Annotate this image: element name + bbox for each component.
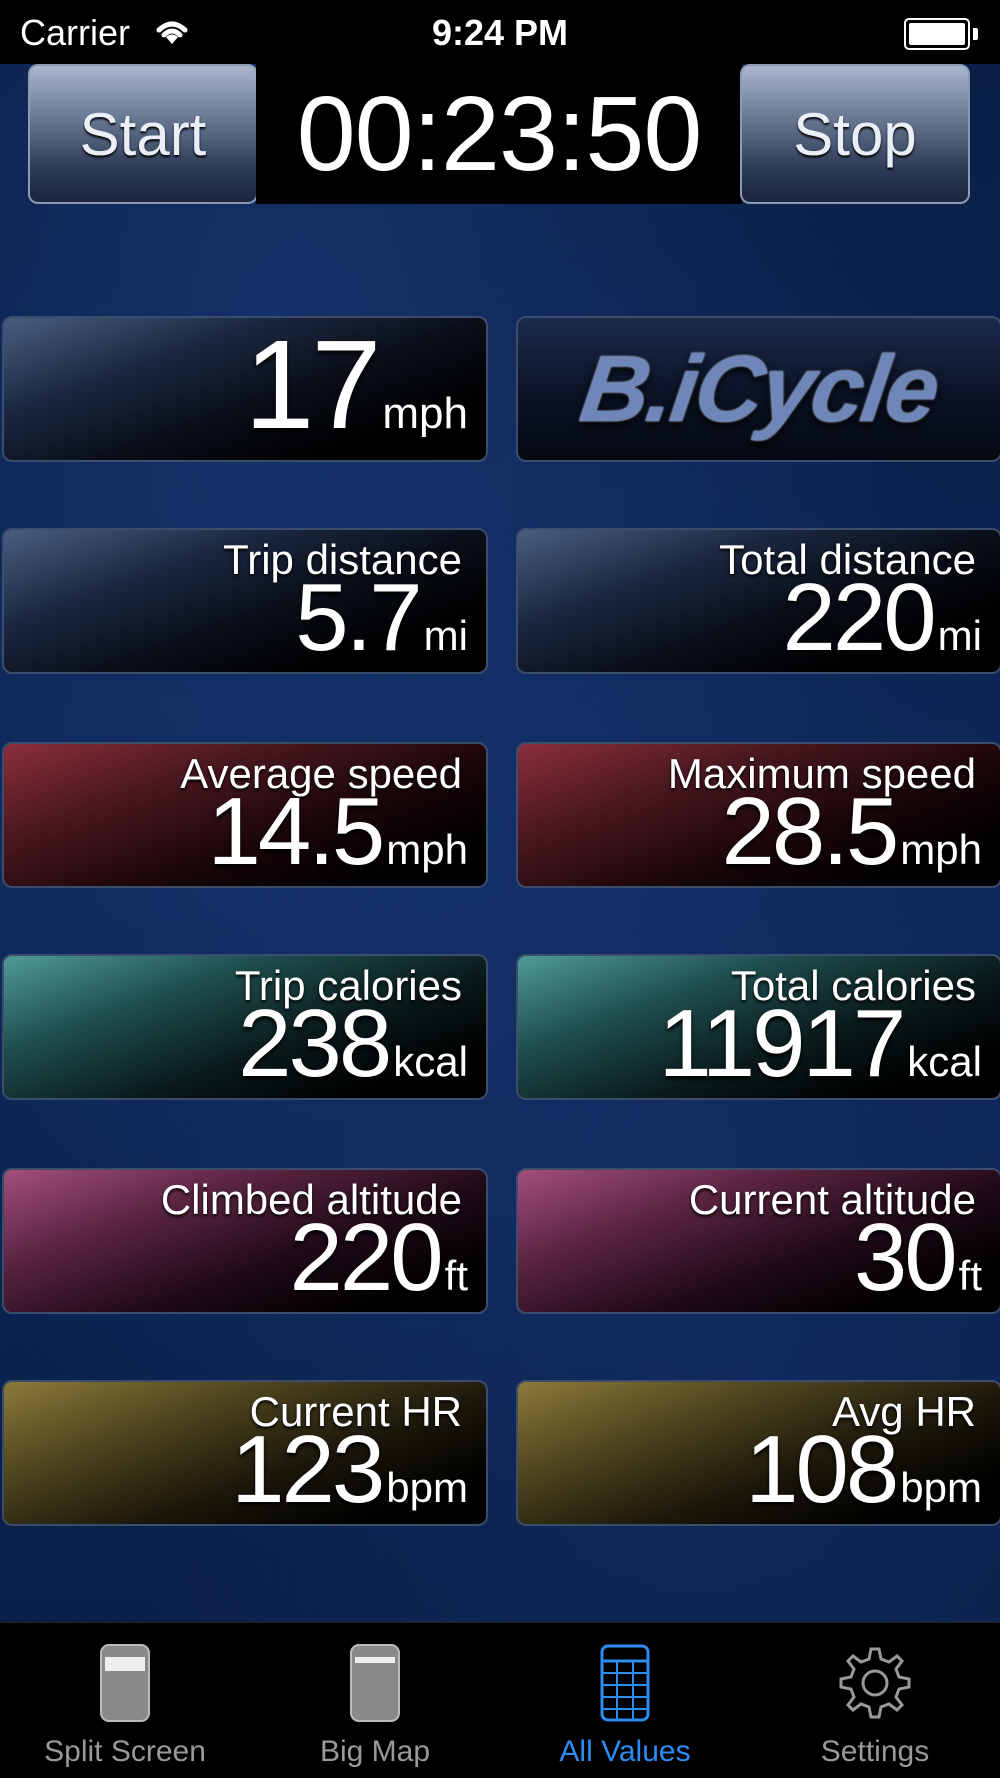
trip-calories-tile: Trip calories 238 kcal <box>2 954 488 1100</box>
total-calories-tile: Total calories 11917 kcal <box>516 954 1000 1100</box>
tile-unit: bpm <box>900 1464 982 1511</box>
start-button[interactable]: Start <box>28 64 258 204</box>
phone-map-icon <box>350 1644 400 1722</box>
tile-value: 28.5 <box>721 778 899 885</box>
battery-icon <box>904 18 978 50</box>
tile-value: 123 <box>231 1416 385 1523</box>
tile-unit: mph <box>386 826 468 873</box>
tile-unit: mi <box>423 612 468 659</box>
speed-value: 17 <box>244 316 381 455</box>
tab-label: Big Map <box>319 1735 431 1768</box>
tile-unit: bpm <box>386 1464 468 1511</box>
logo-text: B.iCycle <box>574 336 944 441</box>
tile-value: 30 <box>853 1204 958 1311</box>
tile-value: 238 <box>238 990 392 1097</box>
clock: 9:24 PM <box>431 12 569 53</box>
climbed-altitude-tile: Climbed altitude 220 ft <box>2 1168 488 1314</box>
tile-unit: kcal <box>907 1038 982 1085</box>
current-altitude-tile: Current altitude 30 ft <box>516 1168 1000 1314</box>
tab-label: All Values <box>559 1735 691 1768</box>
tab-label: Split Screen <box>44 1735 206 1768</box>
tile-unit: mph <box>900 826 982 873</box>
status-bar: Carrier 9:24 PM <box>0 0 1000 64</box>
app-logo: B.iCycle <box>516 316 1000 462</box>
tab-bar: Split Screen Big Map All Values Settings <box>0 1622 1000 1778</box>
elapsed-time: 00:23:50 <box>256 64 742 204</box>
avg-hr-tile: Avg HR 108 bpm <box>516 1380 1000 1526</box>
phone-split-icon <box>100 1644 150 1722</box>
maximum-speed-tile: Maximum speed 28.5 mph <box>516 742 1000 888</box>
tile-unit: mi <box>937 612 982 659</box>
tile-unit: ft <box>958 1252 982 1299</box>
gear-icon <box>839 1647 911 1719</box>
tab-settings[interactable]: Settings <box>750 1623 1000 1778</box>
tab-split-screen[interactable]: Split Screen <box>0 1623 250 1778</box>
timer-bar: Start 00:23:50 Stop <box>28 64 970 204</box>
tile-value: 14.5 <box>207 778 385 885</box>
speed-unit: mph <box>382 389 468 438</box>
tile-unit: ft <box>444 1252 468 1299</box>
tile-unit: kcal <box>393 1038 468 1085</box>
tab-all-values[interactable]: All Values <box>500 1623 750 1778</box>
trip-distance-tile: Trip distance 5.7 mi <box>2 528 488 674</box>
tile-value: 220 <box>289 1204 443 1311</box>
stop-button[interactable]: Stop <box>740 64 970 204</box>
tab-big-map[interactable]: Big Map <box>250 1623 500 1778</box>
tile-value: 11917 <box>658 990 906 1097</box>
total-distance-tile: Total distance 220 mi <box>516 528 1000 674</box>
tile-value: 220 <box>782 564 937 671</box>
tab-label: Settings <box>820 1735 930 1768</box>
table-icon <box>600 1644 650 1722</box>
speed-tile: 17 mph <box>2 316 488 462</box>
tile-value: 5.7 <box>295 564 422 671</box>
tile-value: 108 <box>745 1416 899 1523</box>
average-speed-tile: Average speed 14.5 mph <box>2 742 488 888</box>
current-hr-tile: Current HR 123 bpm <box>2 1380 488 1526</box>
